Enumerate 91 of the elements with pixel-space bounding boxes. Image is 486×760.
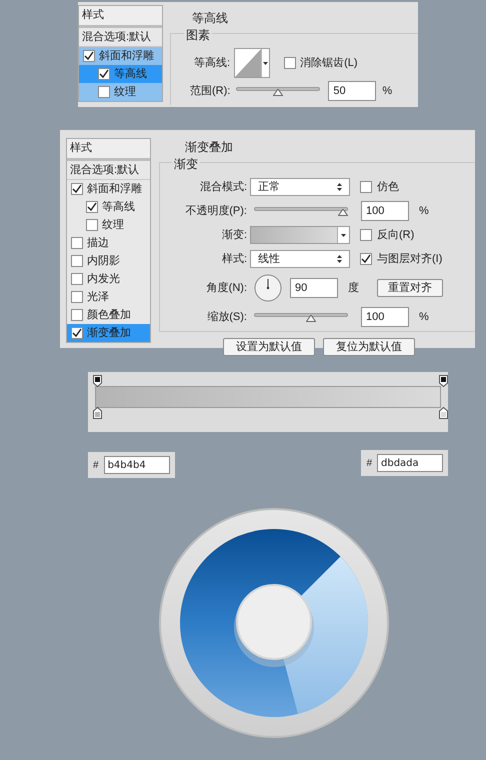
item-label: 纹理 — [102, 218, 124, 233]
hash-label: # — [93, 458, 99, 472]
sidebar-header: 样式 — [79, 6, 162, 28]
sidebar-item[interactable]: 斜面和浮雕 — [79, 47, 162, 65]
sidebar-item[interactable]: 内阴影 — [67, 252, 150, 270]
slider-thumb[interactable] — [273, 89, 284, 96]
slider[interactable] — [236, 85, 320, 97]
updown-arrows-icon — [337, 255, 342, 263]
group-title: 图素 — [184, 26, 212, 44]
checkbox[interactable] — [284, 57, 296, 69]
unit-label: % — [419, 204, 429, 219]
hex-field[interactable]: dbdada — [377, 454, 443, 472]
item-label: 等高线 — [102, 200, 135, 215]
field-label: 等高线: — [194, 56, 230, 71]
unit-label: 度 — [348, 280, 359, 296]
sidebar-item[interactable]: 等高线 — [79, 65, 162, 83]
updown-arrows-icon — [337, 183, 342, 191]
sidebar-item[interactable]: 纹理 — [79, 83, 162, 101]
sidebar-item[interactable]: 等高线 — [67, 198, 150, 216]
item-label: 斜面和浮雕 — [99, 48, 154, 64]
checkbox[interactable] — [98, 86, 110, 98]
number-field[interactable]: 100 — [361, 201, 409, 221]
item-label: 颜色叠加 — [87, 308, 131, 323]
checkbox[interactable] — [71, 237, 83, 249]
slider-thumb[interactable] — [306, 315, 316, 322]
checkbox-label: 与图层对齐(I) — [377, 252, 442, 267]
field-label: 范围(R): — [190, 84, 230, 99]
unit-label: % — [419, 310, 429, 325]
number-field[interactable]: 90 — [290, 278, 338, 298]
hex-field[interactable]: b4b4b4 — [104, 456, 170, 474]
number-field[interactable]: 100 — [361, 307, 409, 327]
slider[interactable] — [254, 205, 348, 217]
checkbox[interactable] — [71, 183, 83, 195]
checkbox[interactable] — [71, 255, 83, 267]
sidebar-item[interactable]: 内发光 — [67, 270, 150, 288]
item-label: 描边 — [87, 236, 109, 251]
gradient-picker[interactable] — [250, 226, 350, 244]
item-label: 纹理 — [114, 84, 136, 100]
sidebar-item[interactable]: 斜面和浮雕 — [67, 180, 150, 198]
set-default-button[interactable]: 设置为默认值 — [223, 338, 315, 356]
sidebar-item[interactable]: 纹理 — [67, 216, 150, 234]
checkbox[interactable] — [360, 181, 372, 193]
field-label: 混合模式: — [198, 180, 248, 195]
sidebar-item[interactable]: 颜色叠加 — [67, 306, 150, 324]
item-label: 斜面和浮雕 — [87, 182, 142, 197]
hash-label: # — [366, 456, 372, 470]
checkbox-label: 仿色 — [377, 180, 399, 195]
checkbox[interactable] — [86, 219, 98, 231]
checkbox[interactable] — [86, 201, 98, 213]
dropdown[interactable]: 正常 — [250, 178, 350, 196]
checkbox[interactable] — [360, 229, 372, 241]
slider[interactable] — [254, 311, 348, 323]
color-stop[interactable] — [438, 407, 448, 419]
field-label: 样式: — [220, 252, 248, 267]
reset-alignment-button[interactable]: 重置对齐 — [377, 279, 443, 297]
item-label: 内阴影 — [87, 254, 120, 269]
caret-icon — [263, 62, 268, 64]
color-stop[interactable] — [93, 407, 102, 419]
sidebar-item[interactable]: 渐变叠加 — [67, 324, 150, 342]
checkbox-label: 反向(R) — [377, 228, 414, 243]
checkbox[interactable] — [71, 273, 83, 285]
checkbox[interactable] — [71, 327, 83, 339]
contour-picker[interactable] — [234, 48, 270, 78]
opacity-stop[interactable] — [438, 375, 448, 387]
checkbox[interactable] — [98, 68, 110, 80]
sidebar-header: 样式 — [67, 139, 150, 161]
section-title: 等高线 — [190, 9, 230, 27]
opacity-stop[interactable] — [93, 375, 102, 387]
slider-thumb[interactable] — [338, 209, 348, 216]
sidebar-item[interactable]: 光泽 — [67, 288, 150, 306]
checkbox[interactable] — [360, 253, 372, 265]
field-label: 缩放(S): — [206, 310, 248, 325]
field-label: 渐变: — [220, 228, 248, 243]
number-field[interactable]: 50 — [328, 81, 376, 101]
reset-default-button[interactable]: 复位为默认值 — [323, 338, 415, 356]
item-label: 等高线 — [114, 66, 147, 82]
item-label: 内发光 — [87, 272, 120, 287]
field-label: 不透明度(P): — [184, 204, 248, 219]
unit-label: % — [382, 84, 392, 99]
field-label: 角度(N): — [206, 280, 248, 296]
sidebar-item[interactable]: 混合选项:默认 — [67, 161, 150, 180]
sidebar-item[interactable]: 描边 — [67, 234, 150, 252]
item-label: 渐变叠加 — [87, 326, 131, 341]
checkbox[interactable] — [83, 50, 95, 62]
checkbox-label: 消除锯齿(L) — [300, 56, 358, 71]
dropdown[interactable]: 线性 — [250, 250, 350, 268]
caret-icon — [341, 234, 346, 236]
angle-dial[interactable] — [254, 274, 282, 302]
checkbox[interactable] — [71, 291, 83, 303]
checkbox[interactable] — [71, 309, 83, 321]
item-label: 光泽 — [87, 290, 109, 305]
